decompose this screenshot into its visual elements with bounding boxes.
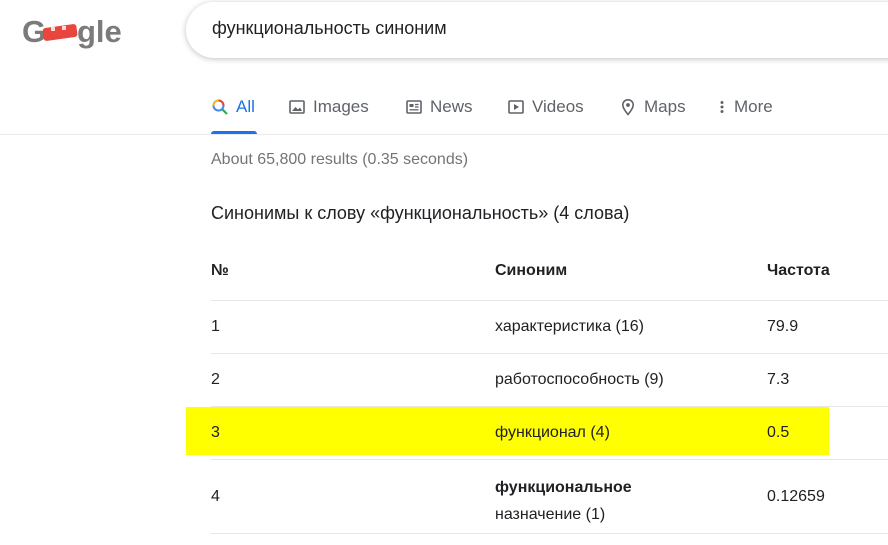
- row-4-frequency: 0.12659: [767, 488, 825, 505]
- tab-images[interactable]: Images: [288, 94, 369, 120]
- row-divider: [211, 300, 888, 301]
- row-3-frequency: 0.5: [767, 424, 790, 441]
- svg-text:G: G: [22, 14, 46, 49]
- row-4-synonym-rest: назначение (1): [495, 506, 606, 523]
- tab-all-label: All: [236, 97, 255, 116]
- tab-maps[interactable]: Maps: [619, 94, 686, 120]
- tab-more[interactable]: More: [717, 94, 773, 120]
- column-header-number: №: [211, 262, 229, 279]
- row-1-number: 1: [211, 318, 220, 335]
- row-2-number: 2: [211, 371, 220, 388]
- news-icon: [405, 98, 423, 116]
- image-icon: [288, 98, 306, 116]
- row-divider: [211, 406, 888, 407]
- more-vert-icon: [717, 98, 727, 116]
- google-logo[interactable]: G gle: [22, 14, 122, 50]
- synonyms-heading: Синонимы к слову «функциональность» (4 с…: [211, 203, 630, 223]
- video-icon: [507, 98, 525, 116]
- row-3-number: 3: [211, 424, 220, 441]
- row-1-synonym[interactable]: характеристика (16): [495, 318, 644, 336]
- row-4-synonym[interactable]: функциональное назначение (1): [495, 474, 632, 528]
- search-icon: [211, 98, 229, 116]
- tabs-divider: [0, 134, 888, 135]
- tab-videos-label: Videos: [532, 97, 584, 116]
- row-2-frequency: 7.3: [767, 371, 790, 388]
- row-4-synonym-bold: функциональное: [495, 479, 632, 496]
- result-stats: About 65,800 results (0.35 seconds): [211, 151, 469, 168]
- row-3-synonym[interactable]: функционал (4): [495, 424, 610, 442]
- tab-images-label: Images: [313, 97, 369, 116]
- tab-more-label: More: [734, 97, 773, 116]
- column-header-synonym: Синоним: [495, 262, 568, 279]
- map-pin-icon: [619, 98, 637, 116]
- row-divider: [211, 353, 888, 354]
- tab-news[interactable]: News: [405, 94, 473, 120]
- tab-news-label: News: [430, 97, 473, 116]
- google-logo-mark: G gle: [22, 14, 122, 49]
- row-divider: [211, 533, 888, 534]
- svg-text:gle: gle: [77, 14, 122, 49]
- tab-all[interactable]: All: [211, 94, 255, 120]
- row-divider: [211, 459, 888, 460]
- row-4-number: 4: [211, 488, 220, 505]
- search-box[interactable]: [186, 2, 888, 58]
- row-1-frequency: 79.9: [767, 318, 799, 335]
- search-input[interactable]: [212, 18, 812, 39]
- tab-videos[interactable]: Videos: [507, 94, 584, 120]
- tab-maps-label: Maps: [644, 97, 686, 116]
- row-2-synonym[interactable]: работоспособность (9): [495, 371, 664, 389]
- column-header-frequency: Частота: [767, 262, 830, 279]
